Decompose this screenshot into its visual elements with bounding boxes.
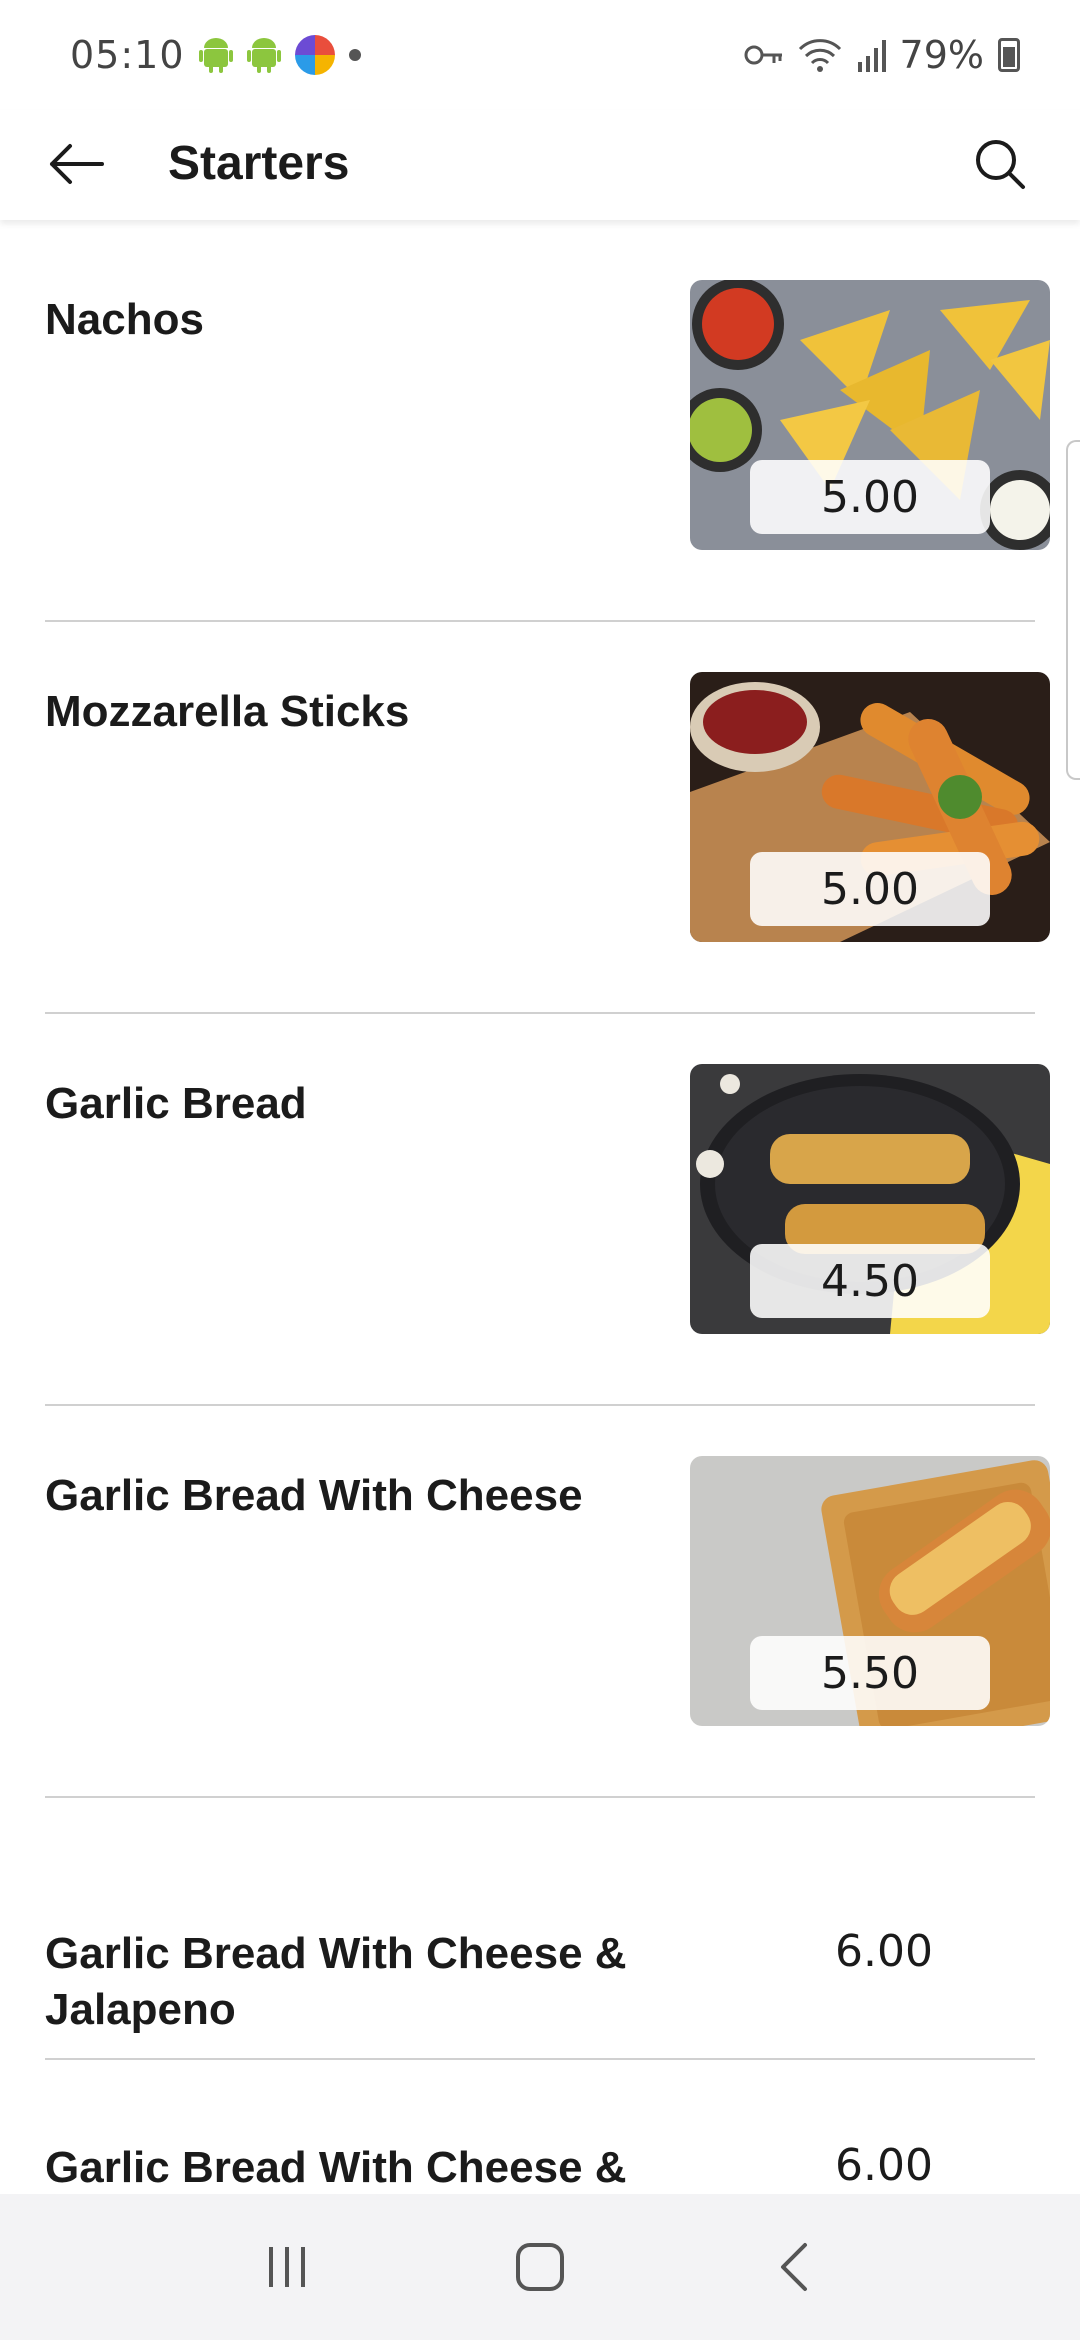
wifi-icon — [798, 39, 841, 72]
item-name: Mozzarella Sticks — [45, 687, 410, 736]
status-left: 05:10 — [70, 33, 361, 77]
search-icon — [976, 140, 1025, 189]
battery-icon — [998, 38, 1020, 72]
app-bar: Starters — [0, 110, 1080, 220]
price-badge: 5.00 — [750, 852, 990, 926]
recent-apps-icon — [268, 2247, 305, 2287]
back-nav-button[interactable] — [748, 2222, 838, 2312]
app-notification-icon — [294, 35, 335, 75]
list-item[interactable]: Mozzarella Sticks 5.00 — [0, 622, 1080, 1014]
arrow-left-icon — [50, 144, 104, 184]
android-icon — [246, 38, 281, 73]
recent-apps-button[interactable] — [242, 2222, 332, 2312]
price-badge: 4.50 — [750, 1244, 990, 1318]
search-button[interactable] — [960, 124, 1040, 204]
list-item[interactable]: Garlic Bread With Cheese 5.50 — [0, 1406, 1080, 1798]
item-image: 5.50 — [690, 1456, 1050, 1726]
item-price: 6.00 — [835, 1926, 933, 1977]
status-right: 79% — [744, 33, 1020, 77]
price-badge: 5.00 — [750, 460, 990, 534]
back-icon — [781, 2243, 808, 2291]
list-item[interactable]: Nachos 5.00 — [0, 230, 1080, 622]
navigation-bar — [0, 2194, 1080, 2340]
signal-icon — [857, 40, 886, 72]
key-icon — [744, 45, 782, 65]
list-item[interactable]: Garlic Bread 4.50 — [0, 1014, 1080, 1406]
back-button[interactable] — [40, 128, 112, 200]
home-button[interactable] — [495, 2222, 585, 2312]
home-icon — [515, 2243, 564, 2291]
item-image: 4.50 — [690, 1064, 1050, 1334]
item-price: 6.00 — [835, 2140, 933, 2191]
status-time: 05:10 — [70, 33, 185, 77]
android-icon — [198, 38, 233, 73]
dot-icon — [348, 49, 361, 61]
item-name: Garlic Bread With Cheese & Jalapeno — [45, 1929, 627, 2034]
item-name: Garlic Bread With Cheese — [45, 1471, 583, 1520]
item-image: 5.00 — [690, 280, 1050, 550]
list-item[interactable]: Garlic Bread With Cheese & Jalapeno 6.00 — [0, 1798, 1080, 2060]
battery-percentage: 79% — [899, 33, 984, 77]
price-badge: 5.50 — [750, 1636, 990, 1710]
item-image: 5.00 — [690, 672, 1050, 942]
menu-list: Nachos 5.00 Mozzarella Sticks 5.00 Garli… — [0, 230, 1080, 2322]
item-name: Nachos — [45, 295, 204, 344]
status-bar: 05:10 79% — [0, 0, 1080, 110]
scroll-handle[interactable] — [1066, 440, 1080, 780]
item-name: Garlic Bread — [45, 1079, 307, 1128]
page-title: Starters — [168, 137, 350, 190]
